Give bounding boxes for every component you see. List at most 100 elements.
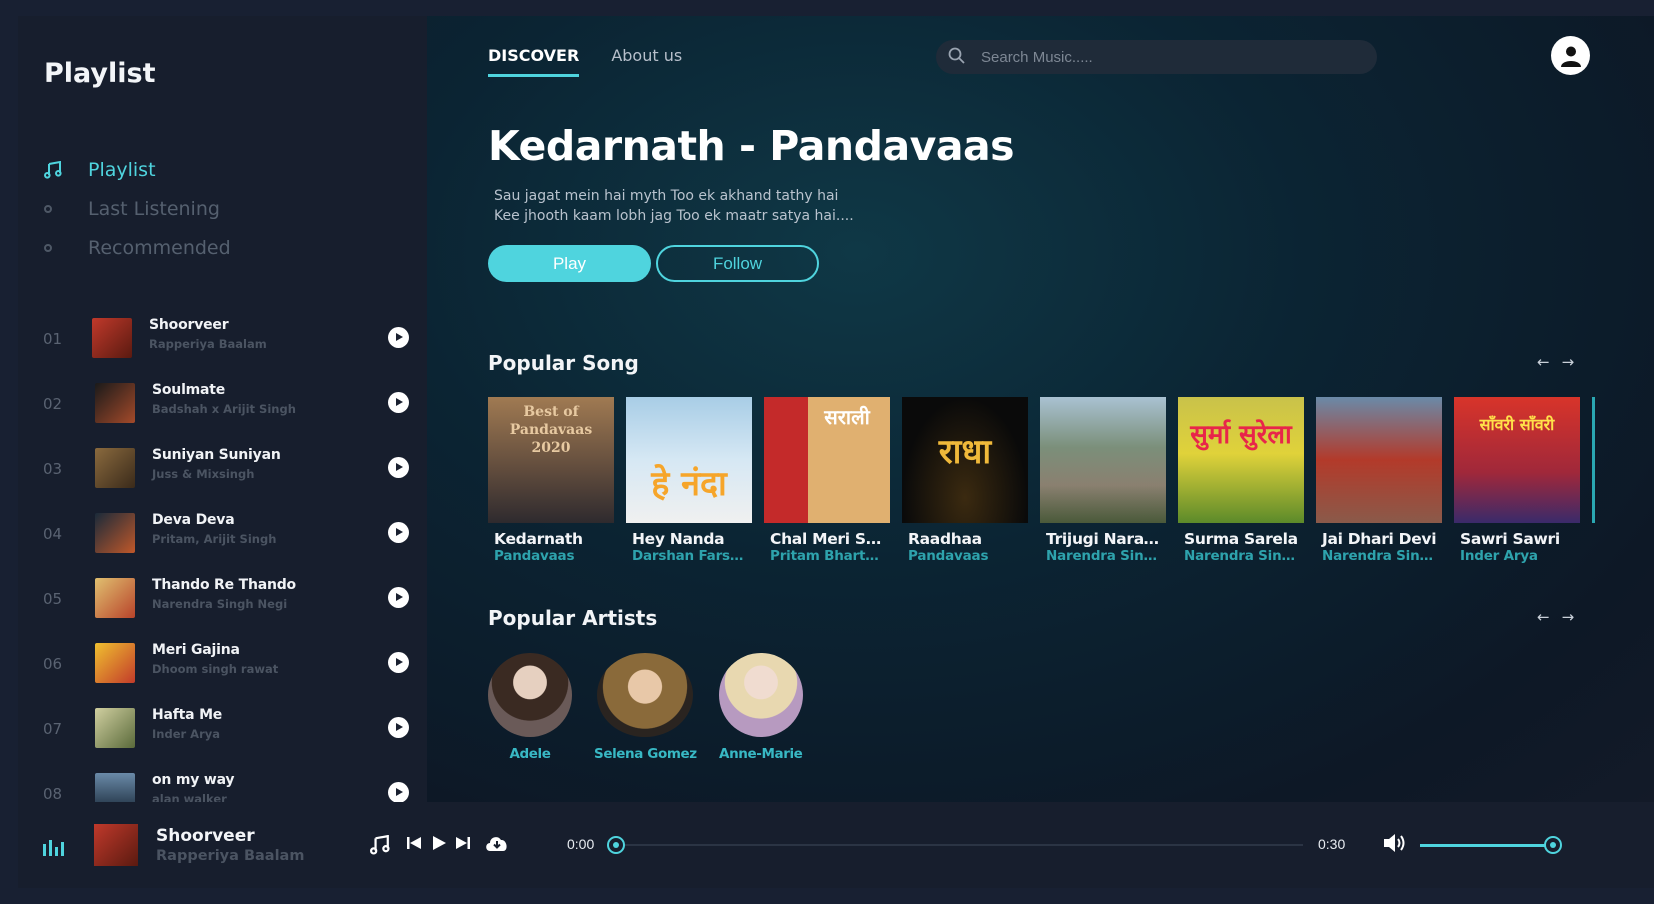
track-artist: Badshah x Arijit Singh <box>152 402 296 416</box>
top-tabs: DISCOVER About us <box>488 46 682 77</box>
circle-icon <box>44 204 52 213</box>
song-artist: Inder Arya <box>1460 548 1538 564</box>
sidebar-item-recommended[interactable]: Recommended <box>44 228 231 267</box>
music-note-icon <box>44 160 76 179</box>
volume-icon[interactable] <box>1382 832 1408 854</box>
seek-handle[interactable] <box>607 836 625 854</box>
track-row[interactable]: 02 Soulmate Badshah x Arijit Singh <box>18 373 427 438</box>
popular-song-arrows: ← → <box>1537 353 1574 371</box>
song-artist: Darshan Farswan <box>632 548 752 564</box>
arrow-right-icon[interactable]: → <box>1562 353 1575 371</box>
song-artist: Pritam Bhartwan <box>770 548 890 564</box>
track-row[interactable]: 07 Hafta Me Inder Arya <box>18 698 427 763</box>
artist-card[interactable]: Selena Gomez <box>594 653 697 762</box>
song-card[interactable]: राधा Raadhaa Pandavaas <box>902 397 1028 567</box>
play-circle-icon[interactable] <box>388 522 409 543</box>
volume-slider[interactable] <box>1420 844 1550 847</box>
cloud-download-icon[interactable] <box>484 833 510 853</box>
track-number: 06 <box>43 655 63 673</box>
search-input[interactable] <box>981 48 1341 66</box>
sidebar-item-playlist[interactable]: Playlist <box>44 150 231 189</box>
song-card[interactable]: Jai Dhari Devi Narendra Singh Negi <box>1316 397 1442 567</box>
track-number: 08 <box>43 785 63 803</box>
track-thumbnail <box>95 643 135 683</box>
tab-about-us[interactable]: About us <box>611 46 682 77</box>
song-card[interactable]: सराली Chal Meri Sarita Pritam Bhartwan <box>764 397 890 567</box>
player-bar: Shoorveer Rapperiya Baalam 0:00 0:30 <box>18 802 1654 888</box>
song-card[interactable]: साँवरी साँवरी Sawri Sawri Inder Arya <box>1454 397 1580 567</box>
popular-song-carousel: Best of Pandavaas 2020 Kedarnath Pandava… <box>488 397 1626 567</box>
song-card[interactable]: हे नंदा Hey Nanda Darshan Farswan <box>626 397 752 567</box>
song-cover: सुर्मा सुरेला <box>1178 397 1304 523</box>
carousel-overflow-edge <box>1592 397 1595 523</box>
track-artist: Inder Arya <box>152 727 221 741</box>
artist-photo <box>718 653 803 737</box>
user-avatar-icon[interactable] <box>1551 36 1590 75</box>
track-thumbnail <box>95 513 135 553</box>
now-playing-title: Shoorveer <box>156 826 255 846</box>
cover-text: सुर्मा सुरेला <box>1190 420 1292 450</box>
artist-name: Adele <box>509 746 551 762</box>
track-title: on my way <box>152 772 235 788</box>
track-title: Soulmate <box>152 382 226 398</box>
track-artist: Rapperiya Baalam <box>149 337 267 351</box>
follow-button[interactable]: Follow <box>656 245 819 282</box>
hero-line-2: Kee jhooth kaam lobh jag Too ek maatr sa… <box>494 208 854 224</box>
song-title: Trijugi Narayan <box>1046 530 1166 548</box>
play-circle-icon[interactable] <box>388 717 409 738</box>
track-row[interactable]: 04 Deva Deva Pritam, Arijit Singh <box>18 503 427 568</box>
cover-text: साँवरी साँवरी <box>1479 415 1555 434</box>
sidebar-item-last-listening[interactable]: Last Listening <box>44 189 231 228</box>
tab-discover[interactable]: DISCOVER <box>488 46 580 77</box>
track-thumbnail <box>95 708 135 748</box>
song-cover: साँवरी साँवरी <box>1454 397 1580 523</box>
track-row[interactable]: 01 Shoorveer Rapperiya Baalam <box>18 308 427 373</box>
play-circle-icon[interactable] <box>388 392 409 413</box>
track-artist: Dhoom singh rawat <box>152 662 279 676</box>
current-time: 0:00 <box>567 836 595 852</box>
sidebar: Playlist Playlist Last Listening Recomme… <box>18 16 427 813</box>
arrow-left-icon[interactable]: ← <box>1537 353 1550 371</box>
arrow-left-icon[interactable]: ← <box>1537 608 1550 626</box>
play-circle-icon[interactable] <box>388 457 409 478</box>
song-card[interactable]: Trijugi Narayan Narendra Singh Negi <box>1040 397 1166 567</box>
artist-photo <box>488 653 572 737</box>
popular-artists-arrows: ← → <box>1537 608 1574 626</box>
arrow-right-icon[interactable]: → <box>1562 608 1575 626</box>
music-note-icon[interactable] <box>370 835 390 855</box>
song-artist: Narendra Singh Negi <box>1046 548 1166 564</box>
sidebar-item-label: Playlist <box>88 158 156 181</box>
artist-card[interactable]: Anne-Marie <box>718 653 803 762</box>
hero-line-1: Sau jagat mein hai myth Too ek akhand ta… <box>494 188 839 204</box>
next-icon[interactable] <box>455 835 471 851</box>
track-number: 03 <box>43 460 63 478</box>
play-icon[interactable] <box>431 835 447 851</box>
search-icon <box>948 47 965 68</box>
hero-description: Sau jagat mein hai myth Too ek akhand ta… <box>494 186 914 226</box>
play-circle-icon[interactable] <box>388 652 409 673</box>
artist-card[interactable]: Adele <box>488 653 572 762</box>
play-circle-icon[interactable] <box>388 587 409 608</box>
volume-handle[interactable] <box>1544 836 1562 854</box>
play-circle-icon[interactable] <box>388 327 409 348</box>
track-row[interactable]: 05 Thando Re Thando Narendra Singh Negi <box>18 568 427 633</box>
song-title: Jai Dhari Devi <box>1322 530 1437 548</box>
seek-bar[interactable] <box>614 844 1303 846</box>
song-card[interactable]: Best of Pandavaas 2020 Kedarnath Pandava… <box>488 397 614 567</box>
song-cover <box>1316 397 1442 523</box>
song-artist: Pandavaas <box>494 548 575 564</box>
song-card[interactable]: सुर्मा सुरेला Surma Sarela Narendra Sing… <box>1178 397 1304 567</box>
play-circle-icon[interactable] <box>388 782 409 803</box>
song-cover: Best of Pandavaas 2020 <box>488 397 614 523</box>
track-row[interactable]: 03 Suniyan Suniyan Juss & Mixsingh <box>18 438 427 503</box>
track-row[interactable]: 06 Meri Gajina Dhoom singh rawat <box>18 633 427 698</box>
search-bar[interactable] <box>936 40 1377 74</box>
previous-icon[interactable] <box>406 835 422 851</box>
track-thumbnail <box>95 578 135 618</box>
song-title: Hey Nanda <box>632 530 725 548</box>
song-cover: हे नंदा <box>626 397 752 523</box>
track-title: Shoorveer <box>149 317 229 333</box>
track-thumbnail <box>92 318 132 358</box>
sidebar-item-label: Last Listening <box>88 197 220 220</box>
play-button[interactable]: Play <box>488 245 651 282</box>
